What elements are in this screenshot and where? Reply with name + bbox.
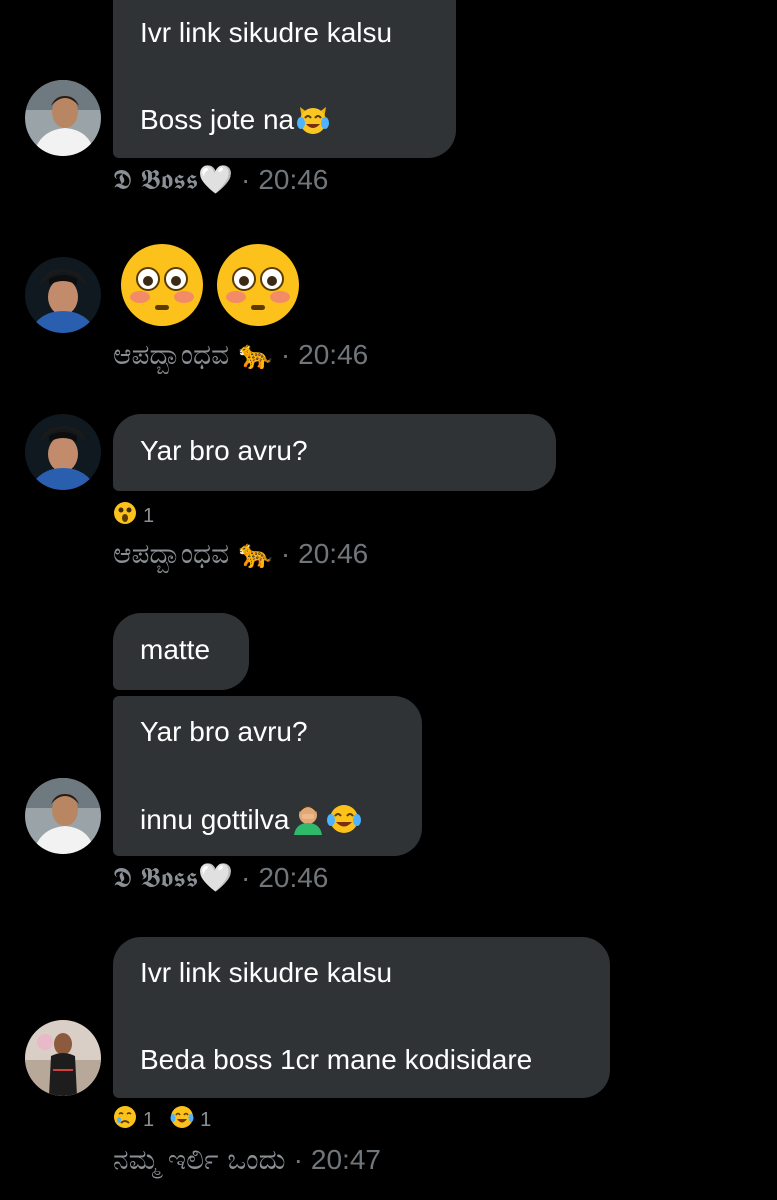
avatar[interactable] [25, 257, 101, 333]
timestamp: 20:46 [258, 164, 329, 195]
message-text: innu gottilva [140, 803, 395, 843]
crying-face-icon [113, 1105, 137, 1135]
message-meta: ನಮ್ಮ ಇರ್ಲಿ ಒಂದು · 20:47 [113, 1143, 381, 1177]
message-meta: ಆಪದ್ಬಾಂಧವ 🐆 · 20:46 [113, 537, 369, 571]
timestamp: 20:46 [298, 538, 369, 569]
message-text: Beda boss 1cr mane kodisidare [140, 1044, 533, 1075]
message-text: Yar bro avru? [140, 716, 308, 747]
avatar[interactable] [25, 778, 101, 854]
reaction-bar[interactable]: 1 1 [113, 1105, 221, 1135]
message-bubble[interactable]: Ivr link sikudre kalsu Boss jote na [113, 0, 456, 158]
author-name[interactable]: ಆಪದ್ಬಾಂಧವ 🐆 [113, 537, 273, 571]
message-meta: 𝕯 𝕭𝖔𝖘𝖘🤍 · 20:46 [113, 163, 329, 197]
timestamp: 20:46 [258, 862, 329, 893]
message-text: matte [140, 634, 211, 665]
reaction-bar[interactable]: 1 [113, 501, 164, 531]
message-text: Boss jote na [140, 103, 429, 143]
flushed-face-icon [118, 243, 206, 332]
tears-of-joy-icon [170, 1105, 194, 1135]
message-text: Yar bro avru? [140, 435, 308, 466]
tears-of-joy-icon [327, 803, 362, 843]
message-text: Ivr link sikudre kalsu [140, 17, 393, 48]
message-bubble[interactable]: Yar bro avru? [113, 414, 556, 491]
reaction-count: 1 [143, 1108, 155, 1131]
flushed-face-icon [214, 243, 302, 332]
message-text: Ivr link sikudre kalsu [140, 957, 393, 988]
message-bubble[interactable]: Yar bro avru? innu gottilva [113, 696, 422, 856]
message-meta: 𝕯 𝕭𝖔𝖘𝖘🤍 · 20:46 [113, 861, 329, 895]
avatar[interactable] [25, 414, 101, 490]
message-meta: ಆಪದ್ಬಾಂಧವ 🐆 · 20:46 [113, 338, 369, 372]
author-name[interactable]: ನಮ್ಮ ಇರ್ಲಿ ಒಂದು [113, 1143, 286, 1177]
author-name[interactable]: 𝕯 𝕭𝖔𝖘𝖘🤍 [113, 861, 233, 895]
cat-tears-of-joy-icon [296, 103, 330, 143]
man-facepalming-icon [291, 803, 325, 843]
timestamp: 20:47 [310, 1144, 381, 1175]
timestamp: 20:46 [298, 339, 369, 370]
avatar[interactable] [25, 80, 101, 156]
message-bubble[interactable]: matte [113, 613, 249, 690]
astonished-face-icon [113, 501, 137, 531]
reaction-count: 1 [200, 1108, 212, 1131]
author-name[interactable]: 𝕯 𝕭𝖔𝖘𝖘🤍 [113, 163, 233, 197]
avatar[interactable] [25, 1020, 101, 1096]
reaction-count: 1 [143, 504, 155, 527]
message-bubble[interactable]: Ivr link sikudre kalsu Beda boss 1cr man… [113, 937, 610, 1098]
author-name[interactable]: ಆಪದ್ಬಾಂಧವ 🐆 [113, 338, 273, 372]
